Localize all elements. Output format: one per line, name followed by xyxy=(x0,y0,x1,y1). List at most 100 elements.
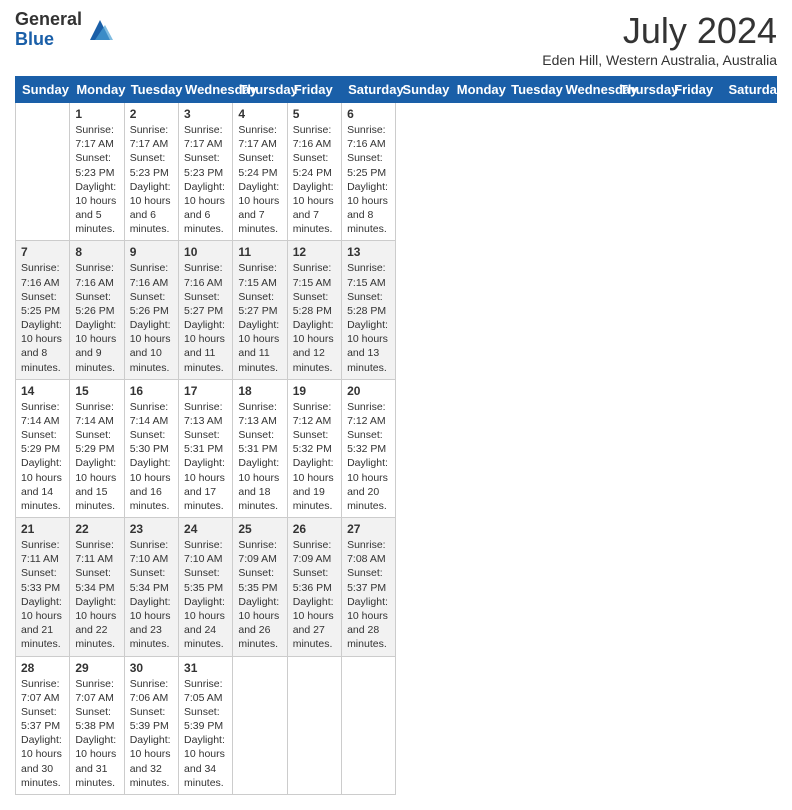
day-info: Sunrise: 7:15 AM xyxy=(238,261,281,289)
day-info: Sunrise: 7:16 AM xyxy=(293,123,336,151)
day-cell: 5Sunrise: 7:16 AMSunset: 5:24 PMDaylight… xyxy=(287,103,341,241)
day-info: Daylight: 10 hours xyxy=(130,318,173,346)
day-info: and 12 minutes. xyxy=(293,346,336,374)
day-cell: 12Sunrise: 7:15 AMSunset: 5:28 PMDayligh… xyxy=(287,241,341,379)
day-info: Daylight: 10 hours xyxy=(347,180,390,208)
title-section: July 2024 Eden Hill, Western Australia, … xyxy=(542,10,777,68)
day-info: Daylight: 10 hours xyxy=(75,733,118,761)
day-info: Sunset: 5:33 PM xyxy=(21,566,64,594)
day-cell: 6 Sunrise: 7:16 AMSunset: 5:25 PMDaylight… xyxy=(342,103,396,241)
day-info: Daylight: 10 hours xyxy=(347,595,390,623)
day-info: Sunrise: 7:14 AM xyxy=(75,400,118,428)
day-info: and 23 minutes. xyxy=(130,623,173,651)
col-header-wednesday: Wednesday xyxy=(559,77,613,103)
day-cell: 17Sunrise: 7:13 AMSunset: 5:31 PMDayligh… xyxy=(179,379,233,517)
day-info: Sunrise: 7:09 AM xyxy=(238,538,281,566)
day-info: Daylight: 10 hours xyxy=(347,318,390,346)
day-cell: 11Sunrise: 7:15 AMSunset: 5:27 PMDayligh… xyxy=(233,241,287,379)
day-cell xyxy=(16,103,70,241)
day-info: Sunrise: 7:15 AM xyxy=(293,261,336,289)
day-info: and 8 minutes. xyxy=(347,208,390,236)
day-header-monday: Monday xyxy=(70,77,124,103)
day-number: 7 xyxy=(21,245,64,259)
day-info: and 19 minutes. xyxy=(293,485,336,513)
day-info: and 21 minutes. xyxy=(21,623,64,651)
day-info: Sunrise: 7:08 AM xyxy=(347,538,390,566)
day-info: Daylight: 10 hours xyxy=(130,733,173,761)
day-info: and 26 minutes. xyxy=(238,623,281,651)
day-info: and 6 minutes. xyxy=(184,208,227,236)
logo-general-text: General xyxy=(15,10,82,30)
day-cell: 21Sunrise: 7:11 AMSunset: 5:33 PMDayligh… xyxy=(16,518,70,656)
col-header-friday: Friday xyxy=(668,77,722,103)
day-info: Sunrise: 7:06 AM xyxy=(130,677,173,705)
day-number: 29 xyxy=(75,661,118,675)
day-info: Sunset: 5:27 PM xyxy=(238,290,281,318)
day-cell: 10Sunrise: 7:16 AMSunset: 5:27 PMDayligh… xyxy=(179,241,233,379)
day-cell: 15Sunrise: 7:14 AMSunset: 5:29 PMDayligh… xyxy=(70,379,124,517)
day-info: Sunrise: 7:16 AM xyxy=(21,261,64,289)
day-info: Sunset: 5:39 PM xyxy=(130,705,173,733)
day-info: Sunrise: 7:17 AM xyxy=(184,123,227,151)
day-info: Daylight: 10 hours xyxy=(184,318,227,346)
day-info: Sunset: 5:32 PM xyxy=(347,428,390,456)
day-cell xyxy=(342,656,396,794)
day-info: Daylight: 10 hours xyxy=(238,456,281,484)
day-info: and 16 minutes. xyxy=(130,485,173,513)
week-row-5: 28Sunrise: 7:07 AMSunset: 5:37 PMDayligh… xyxy=(16,656,777,794)
col-header-monday: Monday xyxy=(450,77,504,103)
day-cell: 13Sunrise: 7:15 AMSunset: 5:28 PMDayligh… xyxy=(342,241,396,379)
day-info: Sunset: 5:23 PM xyxy=(75,151,118,179)
day-number: 19 xyxy=(293,384,336,398)
day-cell: 18Sunrise: 7:13 AMSunset: 5:31 PMDayligh… xyxy=(233,379,287,517)
day-cell: 2Sunrise: 7:17 AMSunset: 5:23 PMDaylight… xyxy=(124,103,178,241)
day-cell: 25Sunrise: 7:09 AMSunset: 5:35 PMDayligh… xyxy=(233,518,287,656)
day-info: Sunrise: 7:05 AM xyxy=(184,677,227,705)
day-info: Sunset: 5:30 PM xyxy=(130,428,173,456)
day-info: Sunset: 5:36 PM xyxy=(293,566,336,594)
week-row-2: 7Sunrise: 7:16 AMSunset: 5:25 PMDaylight… xyxy=(16,241,777,379)
day-number: 12 xyxy=(293,245,336,259)
day-info: Daylight: 10 hours xyxy=(21,595,64,623)
day-cell xyxy=(287,656,341,794)
day-info: Sunset: 5:34 PM xyxy=(75,566,118,594)
day-info: Sunset: 5:25 PM xyxy=(347,151,390,179)
day-info: Daylight: 10 hours xyxy=(238,318,281,346)
day-info: and 13 minutes. xyxy=(347,346,390,374)
day-info: Sunrise: 7:12 AM xyxy=(347,400,390,428)
day-info: Sunrise: 7:07 AM xyxy=(75,677,118,705)
day-cell: 19Sunrise: 7:12 AMSunset: 5:32 PMDayligh… xyxy=(287,379,341,517)
day-info: and 28 minutes. xyxy=(347,623,390,651)
day-info: Sunrise: 7:13 AM xyxy=(238,400,281,428)
day-info: Sunrise: 7:16 AM xyxy=(347,123,390,151)
logo-blue-text: Blue xyxy=(15,30,82,50)
day-number: 15 xyxy=(75,384,118,398)
day-cell: 26Sunrise: 7:09 AMSunset: 5:36 PMDayligh… xyxy=(287,518,341,656)
day-info: and 6 minutes. xyxy=(130,208,173,236)
day-info: and 17 minutes. xyxy=(184,485,227,513)
day-info: and 11 minutes. xyxy=(184,346,227,374)
day-info: Daylight: 10 hours xyxy=(75,180,118,208)
day-header-wednesday: Wednesday xyxy=(179,77,233,103)
day-cell: 30Sunrise: 7:06 AMSunset: 5:39 PMDayligh… xyxy=(124,656,178,794)
day-info: Sunset: 5:25 PM xyxy=(21,290,64,318)
day-number: 25 xyxy=(238,522,281,536)
day-info: Daylight: 10 hours xyxy=(21,733,64,761)
day-header-friday: Friday xyxy=(287,77,341,103)
col-header-sunday: Sunday xyxy=(396,77,450,103)
day-number: 3 xyxy=(184,107,227,121)
day-header-saturday: Saturday xyxy=(342,77,396,103)
month-title: July 2024 xyxy=(542,10,777,52)
day-info: Sunrise: 7:11 AM xyxy=(21,538,64,566)
day-info: Sunrise: 7:07 AM xyxy=(21,677,64,705)
day-info: Daylight: 10 hours xyxy=(238,595,281,623)
day-info: and 31 minutes. xyxy=(75,762,118,790)
day-info: Sunrise: 7:11 AM xyxy=(75,538,118,566)
day-number: 13 xyxy=(347,245,390,259)
day-cell: 16Sunrise: 7:14 AMSunset: 5:30 PMDayligh… xyxy=(124,379,178,517)
day-info: and 32 minutes. xyxy=(130,762,173,790)
day-number: 6 xyxy=(347,107,390,121)
calendar-table: SundayMondayTuesdayWednesdayThursdayFrid… xyxy=(15,76,777,795)
day-info: Daylight: 10 hours xyxy=(21,318,64,346)
week-row-1: 1Sunrise: 7:17 AMSunset: 5:23 PMDaylight… xyxy=(16,103,777,241)
